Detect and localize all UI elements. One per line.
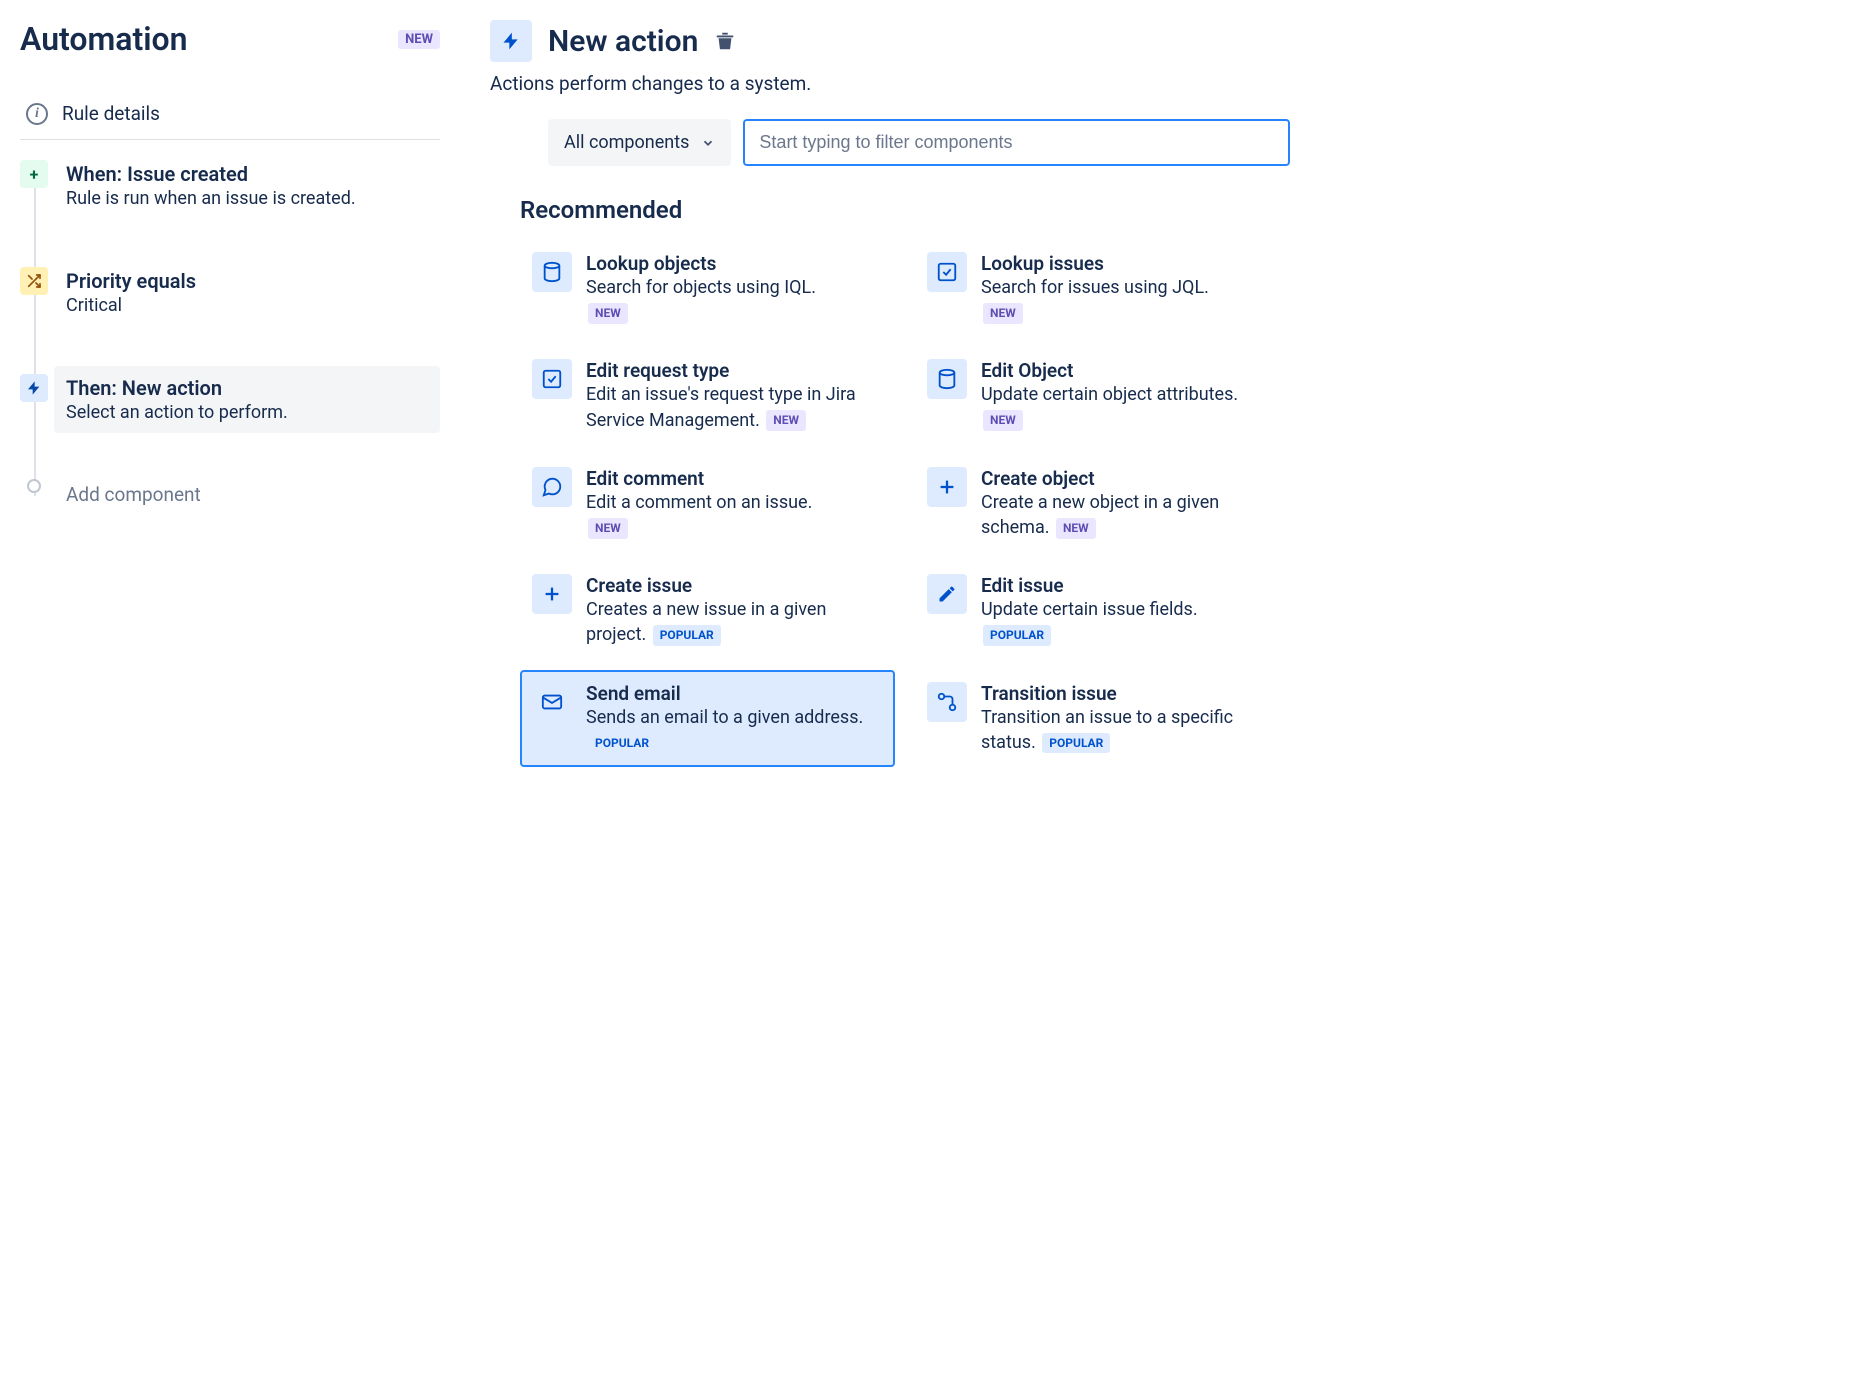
new-badge: NEW [766, 410, 806, 431]
card-desc: Edit an issue's request type in Jira Ser… [586, 384, 856, 430]
card-desc: Search for issues using JQL. [981, 277, 1209, 298]
card-title: Create issue [586, 574, 883, 597]
new-badge: NEW [588, 518, 628, 539]
new-badge: NEW [983, 410, 1023, 431]
sidebar: Automation NEW i Rule details + When: Is… [20, 20, 440, 767]
plus-icon [927, 467, 967, 507]
plus-icon: + [20, 160, 48, 188]
components-dropdown[interactable]: All components [548, 119, 731, 166]
popular-badge: POPULAR [653, 625, 721, 646]
rule-details-label: Rule details [62, 102, 160, 125]
add-component[interactable]: Add component [54, 473, 440, 516]
chevron-down-icon [701, 136, 715, 150]
info-icon: i [26, 103, 48, 125]
condition-title: Priority equals [66, 269, 428, 293]
page-title: Automation [20, 20, 188, 58]
trigger-desc: Rule is run when an issue is created. [66, 188, 428, 209]
card-lookup-issues[interactable]: Lookup issues Search for issues using JQ… [915, 240, 1290, 337]
card-desc: Search for objects using IQL. [586, 277, 816, 298]
popular-badge: POPULAR [1042, 733, 1110, 754]
card-title: Edit request type [586, 359, 883, 382]
card-edit-object[interactable]: Edit Object Update certain object attrib… [915, 347, 1290, 444]
action-title: Then: New action [66, 376, 428, 400]
bolt-icon [490, 20, 532, 62]
card-desc: Create a new object in a given schema. [981, 492, 1219, 538]
card-send-email[interactable]: Send email Sends an email to a given add… [520, 670, 895, 767]
rule-details[interactable]: i Rule details [20, 88, 440, 140]
popular-badge: POPULAR [588, 733, 656, 754]
new-badge: NEW [398, 30, 440, 49]
new-badge: NEW [983, 303, 1023, 324]
card-title: Transition issue [981, 682, 1278, 705]
pencil-icon [927, 574, 967, 614]
database-icon [532, 252, 572, 292]
action-grid: Lookup objects Search for objects using … [520, 240, 1290, 767]
card-desc: Update certain object attributes. [981, 384, 1238, 405]
shuffle-icon [20, 267, 48, 295]
card-desc: Edit a comment on an issue. [586, 492, 812, 513]
card-title: Lookup objects [586, 252, 816, 275]
card-edit-request-type[interactable]: Edit request type Edit an issue's reques… [520, 347, 895, 444]
card-edit-issue[interactable]: Edit issue Update certain issue fields. P… [915, 562, 1290, 659]
card-desc: Update certain issue fields. [981, 599, 1198, 620]
condition-desc: Critical [66, 295, 428, 316]
transition-icon [927, 682, 967, 722]
card-lookup-objects[interactable]: Lookup objects Search for objects using … [520, 240, 895, 337]
checkbox-icon [927, 252, 967, 292]
timeline-item-condition[interactable]: Priority equals Critical [54, 259, 440, 326]
plus-icon [532, 574, 572, 614]
card-title: Edit comment [586, 467, 812, 490]
card-create-issue[interactable]: Create issue Creates a new issue in a gi… [520, 562, 895, 659]
trigger-title: When: Issue created [66, 162, 428, 186]
card-title: Edit Object [981, 359, 1278, 382]
bolt-icon [20, 374, 48, 402]
filter-input[interactable] [743, 119, 1290, 166]
card-create-object[interactable]: Create object Create a new object in a g… [915, 455, 1290, 552]
comment-icon [532, 467, 572, 507]
card-transition-issue[interactable]: Transition issue Transition an issue to … [915, 670, 1290, 767]
card-title: Create object [981, 467, 1278, 490]
action-desc: Select an action to perform. [66, 402, 428, 423]
trash-icon[interactable] [714, 30, 736, 52]
timeline-item-action[interactable]: Then: New action Select an action to per… [54, 366, 440, 433]
section-title: Recommended [520, 196, 1290, 224]
dropdown-label: All components [564, 132, 689, 153]
card-title: Lookup issues [981, 252, 1209, 275]
new-badge: NEW [588, 303, 628, 324]
timeline: + When: Issue created Rule is run when a… [20, 152, 440, 516]
new-badge: NEW [1056, 518, 1096, 539]
checkbox-icon [532, 359, 572, 399]
add-component-label: Add component [66, 483, 428, 506]
card-edit-comment[interactable]: Edit comment Edit a comment on an issue.… [520, 455, 895, 552]
timeline-item-trigger[interactable]: + When: Issue created Rule is run when a… [54, 152, 440, 219]
card-title: Edit issue [981, 574, 1198, 597]
action-subtitle: Actions perform changes to a system. [490, 72, 1290, 95]
mail-icon [532, 682, 572, 722]
card-desc: Sends an email to a given address. [586, 707, 863, 728]
card-title: Send email [586, 682, 883, 705]
dot-icon [27, 479, 41, 493]
database-icon [927, 359, 967, 399]
popular-badge: POPULAR [983, 625, 1051, 646]
main: New action Actions perform changes to a … [490, 20, 1290, 767]
action-heading: New action [548, 24, 698, 59]
